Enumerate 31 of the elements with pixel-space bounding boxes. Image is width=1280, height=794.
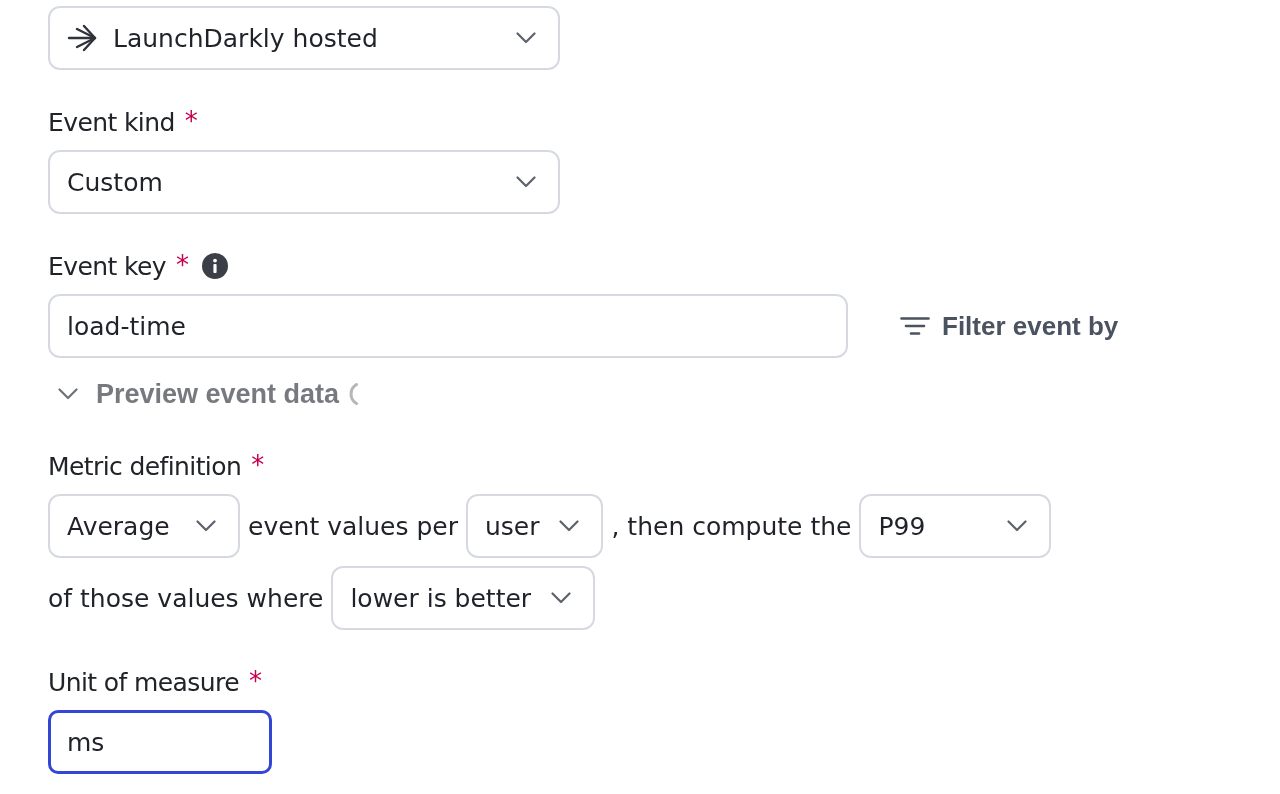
- chevron-down-icon: [551, 592, 572, 604]
- source-select[interactable]: LaunchDarkly hosted: [48, 6, 560, 70]
- sentence-text: of those values where: [48, 583, 324, 613]
- filter-icon: [900, 317, 930, 335]
- chevron-down-icon: [559, 520, 580, 532]
- unit-input[interactable]: ms: [48, 710, 272, 774]
- chevron-down-icon: [58, 388, 78, 400]
- chevron-down-icon: [516, 32, 536, 44]
- filter-button[interactable]: Filter event by: [900, 306, 1119, 346]
- sentence-text: event values per: [248, 511, 458, 541]
- field-label: Event kind: [48, 107, 175, 137]
- preview-toggle[interactable]: Preview event data: [48, 378, 340, 410]
- metric-select[interactable]: P99: [859, 494, 1052, 558]
- sentence-text: , then compute the: [611, 511, 852, 541]
- required-mark: *: [251, 452, 265, 478]
- required-mark: *: [184, 108, 198, 134]
- field-label: Event key: [48, 251, 166, 281]
- chevron-down-icon: [1007, 520, 1028, 532]
- metric-select[interactable]: Average: [48, 494, 240, 558]
- field-label: Unit of measure: [48, 667, 239, 697]
- event-kind-select[interactable]: Custom: [48, 150, 560, 214]
- info-icon[interactable]: [201, 253, 228, 279]
- chevron-down-icon: [516, 176, 536, 188]
- required-mark: *: [175, 252, 189, 278]
- chevron-down-icon: [196, 520, 216, 532]
- field-label: Metric definition: [48, 451, 242, 481]
- arrow-icon: [67, 24, 97, 52]
- event-key-input[interactable]: load-time: [48, 294, 848, 358]
- metric-select[interactable]: user: [465, 494, 604, 558]
- required-mark: *: [248, 668, 262, 694]
- metric-select[interactable]: lower is better: [331, 566, 596, 630]
